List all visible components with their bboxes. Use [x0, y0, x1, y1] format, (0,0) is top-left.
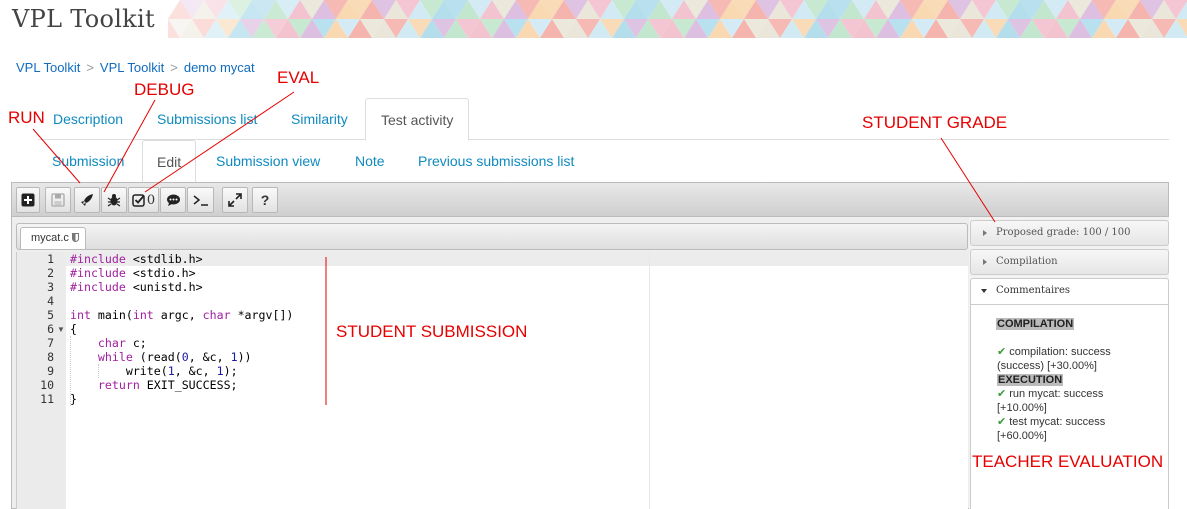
section-heading: EXECUTION	[997, 374, 1064, 386]
line-number: 1	[47, 252, 54, 266]
help-button[interactable]: ?	[252, 187, 278, 213]
evaluate-button[interactable]: 0	[128, 187, 159, 213]
expanded-arrow-icon	[981, 289, 987, 293]
comment-line: run mycat: success	[1009, 388, 1104, 400]
code-line: }	[70, 392, 77, 406]
new-file-icon	[21, 193, 35, 207]
comments-label: Commentaires	[996, 285, 1071, 296]
proposed-grade-header[interactable]: Proposed grade: 100 / 100	[970, 220, 1169, 246]
code-line: write(1, &c, 1);	[70, 364, 238, 378]
fullscreen-button[interactable]	[222, 187, 248, 213]
code-content: #include <stdlib.h> #include <stdio.h> #in…	[70, 252, 293, 406]
comment-line: test mycat: success	[1009, 416, 1106, 428]
line-number: 9	[47, 364, 54, 378]
console-button[interactable]	[187, 187, 214, 213]
subtab-note[interactable]: Note	[341, 140, 399, 182]
debug-button[interactable]	[101, 187, 127, 213]
line-number: 10	[40, 378, 54, 392]
evaluate-icon	[132, 194, 145, 207]
comment-line: compilation: success	[1009, 346, 1111, 358]
collapsed-arrow-icon	[983, 259, 987, 265]
fold-toggle-icon[interactable]: ▼	[57, 325, 65, 334]
collapsed-arrow-icon	[983, 230, 987, 236]
section-heading: COMPILATION	[996, 318, 1075, 330]
breadcrumb: VPL Toolkit > VPL Toolkit > demo mycat	[16, 60, 255, 75]
comment-line: [+10.00%]	[997, 402, 1047, 414]
debug-annotation: DEBUG	[134, 80, 195, 99]
test-activity-subtabs: Submission Edit Submission view Note Pre…	[38, 140, 1169, 182]
code-line: #include <stdlib.h>	[70, 252, 203, 266]
comments-button[interactable]	[160, 187, 186, 213]
print-margin	[649, 252, 650, 509]
breadcrumb-separator: >	[86, 60, 94, 75]
file-tab-bar: mycat.c	[16, 223, 968, 250]
run-button[interactable]	[74, 187, 100, 213]
code-line: return EXIT_SUCCESS;	[97, 378, 238, 392]
comments-body: COMPILATION ✔ compilation: success (succe…	[970, 305, 1169, 509]
console-icon	[193, 195, 208, 206]
code-line: #include <stdio.h>	[70, 266, 196, 280]
debug-icon	[107, 194, 121, 207]
subtab-submission[interactable]: Submission	[38, 140, 138, 182]
subtab-previous-submissions[interactable]: Previous submissions list	[404, 140, 588, 182]
line-number: 7	[47, 336, 54, 350]
file-tab-label: mycat.c	[31, 232, 69, 244]
tab-description[interactable]: Description	[38, 98, 138, 140]
run-annotation: RUN	[8, 108, 45, 127]
code-line: #include <unistd.h>	[70, 280, 203, 294]
new-file-button[interactable]	[16, 187, 40, 213]
header-pattern	[168, 0, 1187, 38]
compilation-header[interactable]: Compilation	[970, 249, 1169, 275]
line-number: 4	[47, 294, 54, 308]
comments-header[interactable]: Commentaires	[970, 278, 1169, 305]
eval-annotation: EVAL	[277, 68, 320, 87]
check-icon: ✔	[997, 388, 1007, 400]
teacher-evaluation-annotation: TEACHER EVALUATION	[972, 452, 1164, 471]
code-editor[interactable]: 1 2 3 4 5 6 ▼ 7 8 9 10 11 #include <stdl…	[16, 252, 969, 509]
line-number: 2	[47, 266, 54, 280]
code-line: {	[70, 322, 77, 336]
comments-icon	[166, 194, 180, 206]
check-icon: ✔	[997, 416, 1007, 428]
comment-line: [+60.00%]	[997, 430, 1047, 442]
code-line: while (read(0, &c, 1))	[97, 350, 252, 364]
breadcrumb-item[interactable]: demo mycat	[184, 60, 255, 75]
code-line: char c;	[97, 336, 147, 350]
comment-line: (success) [+30.00%]	[997, 360, 1097, 372]
site-title[interactable]: VPL Toolkit	[12, 5, 155, 33]
subtab-edit[interactable]: Edit	[142, 140, 197, 182]
check-icon: ✔	[997, 346, 1007, 358]
line-number: 11	[40, 392, 54, 406]
line-number: 5	[47, 308, 54, 322]
breadcrumb-separator: >	[170, 60, 178, 75]
evaluate-count: 0	[146, 192, 156, 208]
line-number: 8	[47, 350, 54, 364]
help-icon: ?	[260, 192, 270, 208]
code-line: int main(int argc, char *argv[])	[70, 308, 294, 322]
line-gutter: 1 2 3 4 5 6 ▼ 7 8 9 10 11	[17, 252, 66, 509]
student-submission-annotation: STUDENT SUBMISSION	[336, 322, 528, 341]
tab-similarity[interactable]: Similarity	[276, 98, 363, 140]
student-grade-annotation: STUDENT GRADE	[862, 113, 1008, 132]
tab-test-activity[interactable]: Test activity	[365, 98, 470, 141]
proposed-grade-label: Proposed grade: 100 / 100	[996, 227, 1131, 238]
line-number: 3	[47, 280, 54, 294]
tab-submissions-list[interactable]: Submissions list	[142, 98, 272, 140]
compilation-label: Compilation	[996, 256, 1058, 267]
site-header: VPL Toolkit	[0, 0, 1187, 38]
line-number: 6	[47, 322, 54, 336]
file-tab[interactable]: mycat.c	[20, 227, 86, 249]
lock-icon	[71, 233, 79, 242]
fullscreen-icon	[228, 193, 242, 207]
ide-toolbar: 0 ?	[12, 183, 1168, 217]
breadcrumb-item[interactable]: VPL Toolkit	[100, 60, 164, 75]
breadcrumb-item[interactable]: VPL Toolkit	[16, 60, 80, 75]
save-button[interactable]	[45, 187, 71, 213]
run-icon	[81, 194, 93, 206]
save-icon	[51, 193, 65, 207]
subtab-submission-view[interactable]: Submission view	[202, 140, 334, 182]
